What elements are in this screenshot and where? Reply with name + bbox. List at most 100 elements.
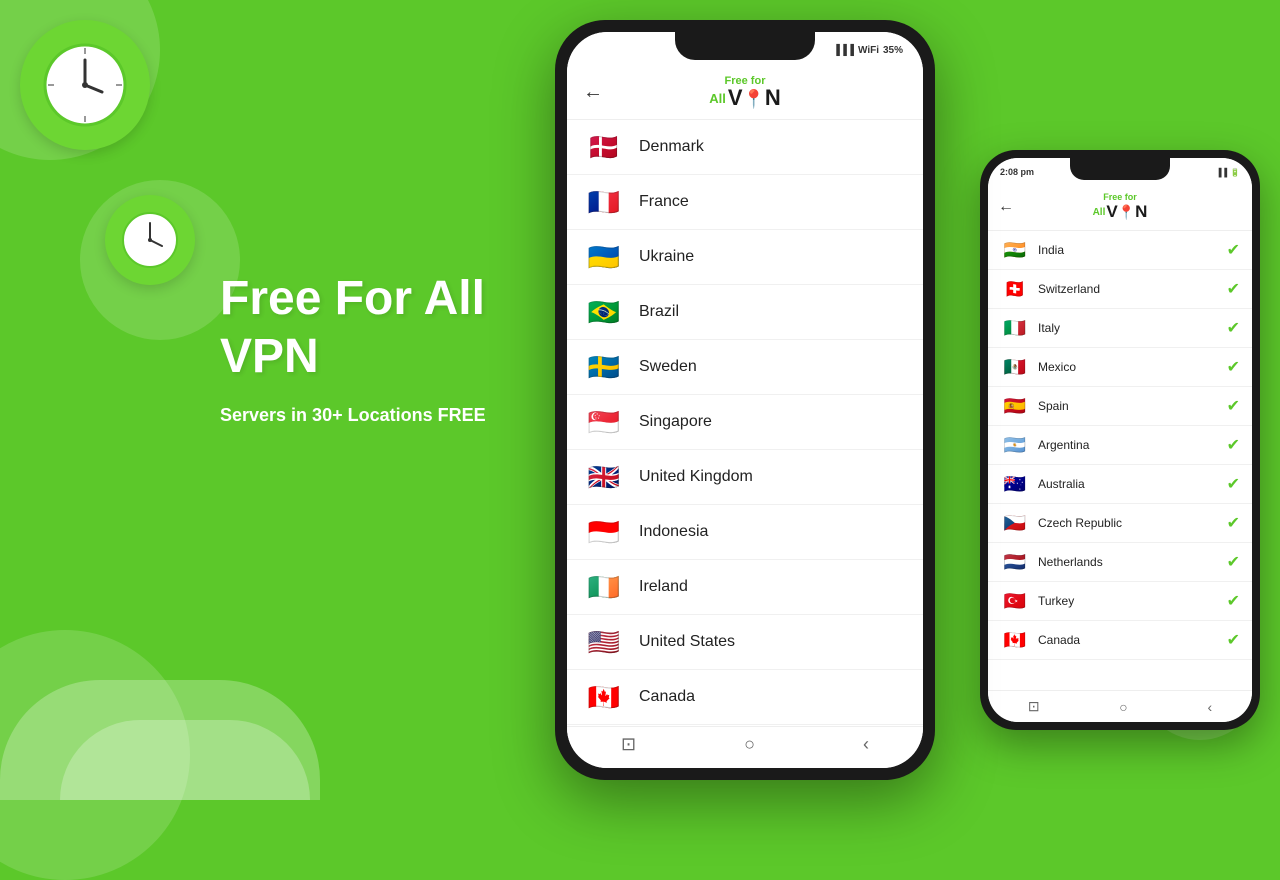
nav-home-icon[interactable]: ⊡ [621, 734, 636, 755]
main-phone-screen: ▐▐▐ WiFi 35% ← Free for All V📍N [567, 32, 923, 768]
sec-nav-circle[interactable]: ○ [1119, 699, 1127, 715]
app-header-main: ← Free for All V📍N [567, 68, 923, 120]
back-button[interactable]: ← [583, 81, 603, 104]
sec-country-name: Italy [1038, 321, 1219, 335]
country-name: Singapore [639, 413, 712, 431]
check-icon: ✔ [1227, 318, 1240, 338]
country-flag: 🇸🇪 [583, 352, 625, 382]
logo-vpn-text: V📍N [728, 87, 781, 109]
sec-country-name: Netherlands [1038, 555, 1219, 569]
country-name: United States [639, 633, 735, 651]
bg-cloud-2 [60, 720, 310, 800]
sec-country-list[interactable]: 🇮🇳 India ✔ 🇨🇭 Switzerland ✔ 🇮🇹 Italy ✔ 🇲… [988, 231, 1252, 660]
list-item[interactable]: 🇫🇷 France [567, 175, 923, 230]
check-icon: ✔ [1227, 552, 1240, 572]
check-icon: ✔ [1227, 474, 1240, 494]
sec-country-flag: 🇦🇺 [1000, 473, 1030, 495]
country-flag: 🇨🇦 [583, 682, 625, 712]
clock-icon-large [20, 20, 150, 150]
sec-country-flag: 🇨🇭 [1000, 278, 1030, 300]
left-content-area: Free For All VPN Servers in 30+ Location… [220, 270, 540, 426]
list-item[interactable]: 🇨🇿 Czech Republic ✔ [988, 504, 1252, 543]
country-flag: 🇸🇬 [583, 407, 625, 437]
list-item[interactable]: 🇸🇪 Sweden [567, 340, 923, 395]
list-item[interactable]: 🇨🇭 Switzerland ✔ [988, 270, 1252, 309]
sec-country-flag: 🇮🇳 [1000, 239, 1030, 261]
country-flag: 🇫🇷 [583, 187, 625, 217]
list-item[interactable]: 🇸🇬 Singapore [567, 395, 923, 450]
list-item[interactable]: 🇨🇦 Canada [567, 670, 923, 725]
check-icon: ✔ [1227, 279, 1240, 299]
sec-signal-icon: ▐▐ [1216, 168, 1227, 177]
sec-logo-free: Free for [1103, 192, 1137, 202]
list-item[interactable]: 🇹🇷 Turkey ✔ [988, 582, 1252, 621]
sec-country-flag: 🇹🇷 [1000, 590, 1030, 612]
sec-country-flag: 🇪🇸 [1000, 395, 1030, 417]
country-flag: 🇬🇧 [583, 462, 625, 492]
list-item[interactable]: 🇮🇹 Italy ✔ [988, 309, 1252, 348]
list-item[interactable]: 🇲🇽 Mexico ✔ [988, 348, 1252, 387]
sec-country-name: Australia [1038, 477, 1219, 491]
phone-notch-sec [1070, 158, 1170, 180]
sec-country-name: India [1038, 243, 1219, 257]
sec-country-flag: 🇮🇹 [1000, 317, 1030, 339]
list-item[interactable]: 🇳🇱 Netherlands ✔ [988, 543, 1252, 582]
list-item[interactable]: 🇺🇸 United States [567, 615, 923, 670]
sec-battery-icon: 🔋 [1230, 168, 1240, 177]
list-item[interactable]: 🇩🇰 Denmark [567, 120, 923, 175]
clock-icon-small [105, 195, 195, 285]
country-name: Ireland [639, 578, 688, 596]
sec-country-flag: 🇳🇱 [1000, 551, 1030, 573]
check-icon: ✔ [1227, 435, 1240, 455]
check-icon: ✔ [1227, 357, 1240, 377]
sec-country-name: Spain [1038, 399, 1219, 413]
country-list-main[interactable]: 🇩🇰 Denmark 🇫🇷 France 🇺🇦 Ukraine 🇧🇷 Brazi… [567, 120, 923, 746]
sec-app-header: ← Free for All V📍N [988, 186, 1252, 231]
wifi-icon: WiFi [858, 45, 879, 56]
list-item[interactable]: 🇬🇧 United Kingdom [567, 450, 923, 505]
country-flag: 🇮🇪 [583, 572, 625, 602]
sec-nav-back[interactable]: ‹ [1207, 699, 1212, 715]
sec-nav-home[interactable]: ⊡ [1028, 698, 1040, 715]
list-item[interactable]: 🇦🇺 Australia ✔ [988, 465, 1252, 504]
country-flag: 🇩🇰 [583, 132, 625, 162]
sec-country-flag: 🇨🇿 [1000, 512, 1030, 534]
sec-country-name: Canada [1038, 633, 1219, 647]
sec-country-name: Turkey [1038, 594, 1219, 608]
battery-icon: 35% [883, 45, 903, 56]
sec-logo-vpn: V📍N [1106, 202, 1147, 222]
bottom-nav-main: ⊡ ○ ‹ [567, 726, 923, 768]
list-item[interactable]: 🇮🇪 Ireland [567, 560, 923, 615]
country-flag: 🇧🇷 [583, 297, 625, 327]
app-logo: Free for All V📍N [709, 76, 781, 109]
check-icon: ✔ [1227, 240, 1240, 260]
phone-notch-main [675, 32, 815, 60]
check-icon: ✔ [1227, 591, 1240, 611]
secondary-phone-screen: 2:08 pm ▐▐ 🔋 ← Free for All V📍N [988, 158, 1252, 722]
sec-country-flag: 🇲🇽 [1000, 356, 1030, 378]
list-item[interactable]: 🇪🇸 Spain ✔ [988, 387, 1252, 426]
list-item[interactable]: 🇮🇩 Indonesia [567, 505, 923, 560]
country-flag: 🇮🇩 [583, 517, 625, 547]
list-item[interactable]: 🇧🇷 Brazil [567, 285, 923, 340]
nav-back-icon[interactable]: ‹ [863, 734, 869, 755]
sec-back-button[interactable]: ← [998, 198, 1014, 216]
list-item[interactable]: 🇨🇦 Canada ✔ [988, 621, 1252, 660]
country-name: Denmark [639, 138, 704, 156]
app-subtitle: Servers in 30+ Locations FREE [220, 405, 540, 426]
check-icon: ✔ [1227, 630, 1240, 650]
country-name: Ukraine [639, 248, 694, 266]
sec-country-name: Switzerland [1038, 282, 1219, 296]
nav-circle-icon[interactable]: ○ [744, 734, 755, 755]
country-name: Sweden [639, 358, 697, 376]
sec-country-flag: 🇦🇷 [1000, 434, 1030, 456]
sec-bottom-nav: ⊡ ○ ‹ [988, 690, 1252, 722]
list-item[interactable]: 🇺🇦 Ukraine [567, 230, 923, 285]
list-item[interactable]: 🇦🇷 Argentina ✔ [988, 426, 1252, 465]
list-item[interactable]: 🇮🇳 India ✔ [988, 231, 1252, 270]
logo-bottom: All V📍N [709, 87, 781, 109]
country-name: Canada [639, 688, 695, 706]
country-name: United Kingdom [639, 468, 753, 486]
app-tagline-title: Free For All VPN [220, 270, 540, 385]
secondary-phone: 2:08 pm ▐▐ 🔋 ← Free for All V📍N [980, 150, 1260, 730]
